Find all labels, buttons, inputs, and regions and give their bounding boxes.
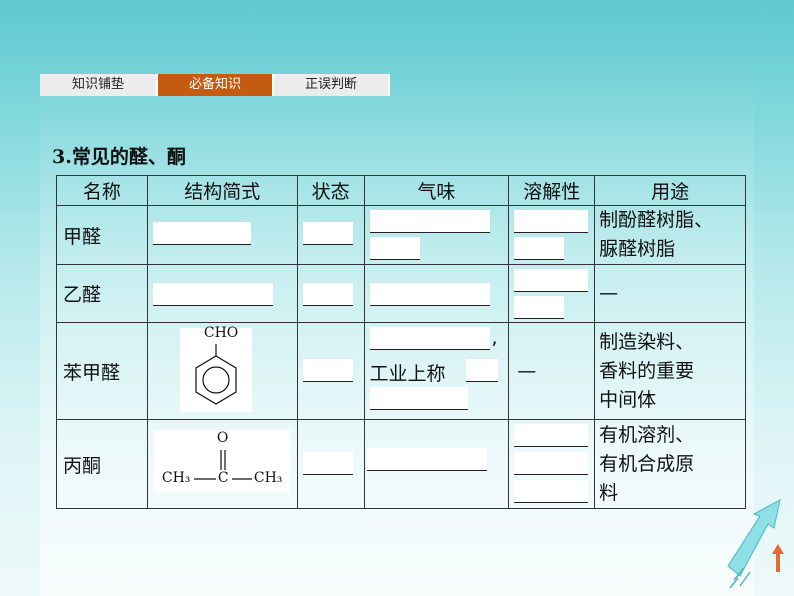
structure-cell [146, 205, 298, 265]
answer-blank[interactable] [302, 222, 353, 245]
answer-blank[interactable] [366, 448, 487, 471]
answer-blank[interactable] [369, 327, 490, 350]
use-line: 有机溶剂、 [599, 423, 695, 446]
header-name: 名称 [56, 175, 148, 206]
tab-bar: 知识铺垫 必备知识 正误判断 [40, 74, 390, 96]
use-line: 制造染料、 [599, 330, 695, 353]
use-line: 制酚醛树脂、 [599, 209, 714, 231]
acetone-structure: O CH₃ C CH₃ [153, 430, 290, 492]
use-cell: 有机溶剂、 有机合成原 料 [594, 419, 746, 509]
header-use: 用途 [594, 175, 746, 206]
use-line: 有机合成原 [599, 452, 695, 475]
answer-blank[interactable] [514, 237, 565, 260]
solubility-cell [508, 205, 596, 265]
ch3-left-label: CH₃ [161, 470, 191, 486]
state-cell [296, 205, 365, 265]
oxygen-label: O [216, 430, 229, 446]
answer-blank[interactable] [465, 359, 498, 382]
table-row: 苯甲醛 CHO , 工业上称 — 制造染料、 香料的重要 中间体 [56, 322, 746, 420]
odor-cell [363, 264, 510, 323]
tab-true-false[interactable]: 正误判断 [274, 74, 390, 96]
tab-essential-knowledge[interactable]: 必备知识 [158, 74, 274, 96]
table-row: 乙醛 — [56, 264, 746, 323]
table-row: 甲醛 制酚醛树脂、 脲醛树脂 [56, 205, 746, 265]
header-state: 状态 [296, 175, 365, 206]
ch3-right-label: CH₃ [253, 470, 283, 486]
header-row: 名称 结构简式 状态 气味 溶解性 用途 [56, 175, 746, 206]
table-row: 丙酮 O CH₃ C CH₃ 有机溶剂、 有机合成原 料 [56, 419, 746, 509]
use-line: 中间体 [599, 388, 657, 411]
use-cell: 制酚醛树脂、 脲醛树脂 [594, 205, 746, 265]
answer-blank[interactable] [514, 424, 589, 447]
header-solubility: 溶解性 [508, 175, 596, 206]
use-cell: 制造染料、 香料的重要 中间体 [594, 322, 746, 420]
row-name: 甲醛 [56, 205, 148, 265]
structure-cell: O CH₃ C CH₃ [146, 419, 298, 509]
solubility-cell: — [508, 322, 596, 420]
state-cell [296, 322, 365, 420]
section-heading: 3.常见的醛、酮 [52, 146, 186, 168]
dash-text: — [517, 360, 537, 382]
structure-cell [146, 264, 298, 323]
answer-blank[interactable] [302, 452, 353, 475]
use-line: 脲醛树脂 [599, 238, 676, 260]
use-cell: — [594, 264, 746, 323]
comma: , [491, 327, 498, 349]
aldehyde-ketone-table: 名称 结构简式 状态 气味 溶解性 用途 甲醛 制酚醛树脂、 脲醛树脂 乙醛 —… [56, 175, 746, 509]
header-odor: 气味 [363, 175, 510, 206]
benzaldehyde-structure: CHO [179, 325, 252, 412]
answer-blank[interactable] [302, 283, 353, 306]
carbon-label: C [217, 470, 229, 486]
arrow-decoration-icon [727, 499, 784, 589]
answer-blank[interactable] [369, 283, 490, 306]
row-name: 丙酮 [56, 419, 148, 509]
answer-blank[interactable] [514, 269, 589, 292]
tab-knowledge-prep[interactable]: 知识铺垫 [40, 74, 158, 96]
state-cell [296, 264, 365, 323]
row-name: 苯甲醛 [56, 322, 148, 420]
answer-blank[interactable] [514, 452, 589, 475]
cho-label: CHO [203, 325, 239, 341]
answer-blank[interactable] [514, 296, 565, 319]
odor-cell: , 工业上称 [363, 322, 510, 420]
odor-cell [363, 419, 510, 509]
answer-blank[interactable] [369, 210, 490, 233]
answer-blank[interactable] [369, 387, 468, 410]
answer-blank[interactable] [514, 480, 589, 503]
row-name: 乙醛 [56, 264, 148, 323]
answer-blank[interactable] [152, 222, 251, 245]
answer-blank[interactable] [302, 359, 353, 382]
header-structure: 结构简式 [146, 175, 298, 206]
solubility-cell [508, 419, 596, 509]
answer-blank[interactable] [514, 210, 589, 233]
state-cell [296, 419, 365, 509]
structure-cell: CHO [146, 322, 298, 420]
solubility-cell [508, 264, 596, 323]
odor-text: 工业上称 [369, 363, 446, 385]
use-line: 香料的重要 [599, 359, 695, 382]
answer-blank[interactable] [152, 283, 273, 306]
answer-blank[interactable] [369, 237, 420, 260]
use-line: — [599, 282, 619, 304]
odor-cell [363, 205, 510, 265]
